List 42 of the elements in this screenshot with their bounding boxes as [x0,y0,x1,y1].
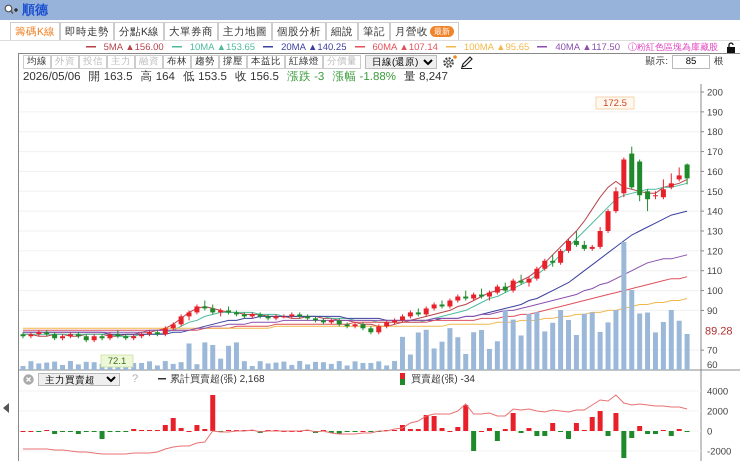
axis-label: 160 [707,166,723,178]
display-label: 顯示: [645,54,668,69]
indicator-legend: 買賣超(張) -34 [411,372,475,386]
quote-field: 收 156.5 [234,70,279,84]
axis-value-label: 89.28 [705,325,733,338]
ma-legend-item: 100MA ▲95.65 [464,40,530,54]
quote-field: 漲跌 -3 [286,70,324,84]
quote-field: 高 164 [140,70,175,84]
quote-field: 開 163.5 [88,70,133,84]
new-badge: 最新 [430,26,454,37]
ma-legend-item: 20MA ▲140.25 [281,40,346,54]
axis-label: 110 [707,266,722,278]
axis-label: 60 [707,360,718,371]
axis-label: 130 [707,226,723,238]
axis-label: 120 [707,246,723,258]
axis-label: 150 [707,186,723,198]
quote-date: 2026/05/06 [23,70,81,84]
axis-label: 140 [707,206,723,218]
axis-label: 4000 [707,386,728,398]
axis-label: 190 [707,107,723,118]
ma-legend-item: 10MA ▲153.65 [190,40,256,54]
axis-label: -2000 [707,446,732,458]
high-price-callout: 172.5 [596,96,634,110]
quote-field: 量 8,247 [404,70,448,84]
ma-legend-item: 60MA ▲107.14 [372,40,438,54]
quote-field: 漲幅 -1.88% [332,70,396,84]
axis-label: 2000 [707,406,728,418]
low-price-label: 72.1 [100,354,134,368]
axis-label: 100 [707,286,723,298]
ma-legend-item: 40MA ▲117.50 [555,40,620,54]
treasury-note: ⓘ粉紅色區塊為庫藏股 [628,40,718,54]
axis-label: 200 [707,88,723,98]
axis-label: 170 [707,147,723,158]
axis-label: 180 [707,127,723,138]
stock-name: 順德 [22,1,48,20]
axis-label: 90 [707,306,718,317]
ma-legend-item: 5MA ▲156.00 [104,40,164,54]
axis-label: 70 [707,346,718,357]
bar-count-unit: 根 [714,54,724,69]
quote-field: 低 153.5 [182,70,227,84]
indicator-legend: 累計買賣超(張) 2,168 [170,372,265,386]
axis-label: 0 [707,426,712,438]
